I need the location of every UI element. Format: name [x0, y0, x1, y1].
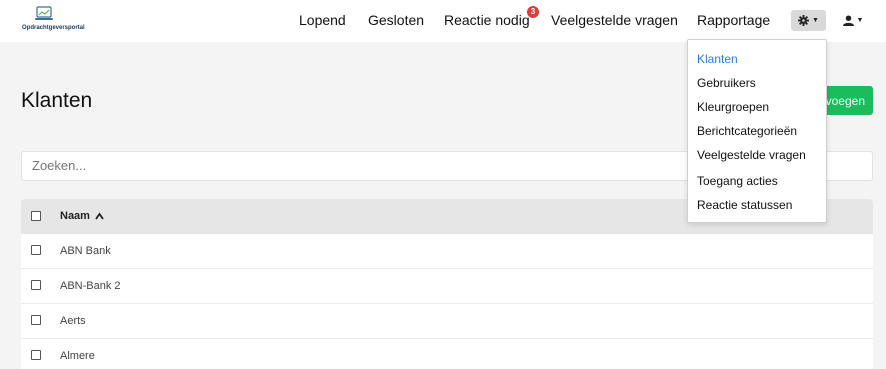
row-checkbox[interactable] [31, 350, 41, 360]
brand-logo[interactable]: Opdrachtgeversportal [22, 6, 92, 36]
chevron-down-icon: ▼ [812, 17, 819, 24]
top-navbar: Opdrachtgeversportal Lopend Gesloten Rea… [0, 0, 886, 42]
brand-name: Opdrachtgeversportal [22, 25, 85, 31]
settings-dropdown-button[interactable]: ▼ [791, 10, 826, 31]
nav-lopend[interactable]: Lopend [299, 12, 346, 28]
menu-item-berichtcategorieen[interactable]: Berichtcategorieën [697, 124, 797, 138]
nav-gesloten[interactable]: Gesloten [368, 12, 424, 28]
table-row[interactable]: Almere [21, 339, 873, 369]
menu-item-toegang-acties[interactable]: Toegang acties [697, 174, 778, 188]
menu-item-veelgestelde-vragen[interactable]: Veelgestelde vragen [697, 148, 806, 162]
chevron-down-icon: ▼ [856, 17, 864, 24]
nav-rapportage[interactable]: Rapportage [697, 12, 770, 28]
row-checkbox[interactable] [31, 315, 41, 325]
nav-veelgestelde-vragen[interactable]: Veelgestelde vragen [551, 12, 678, 28]
clients-table: Naam ABN Bank ABN-Bank 2 Aerts Almere [21, 199, 873, 369]
table-row[interactable]: ABN-Bank 2 [21, 269, 873, 304]
row-name[interactable]: ABN-Bank 2 [60, 280, 121, 292]
nav-reactie-nodig[interactable]: Reactie nodig [444, 12, 530, 28]
notification-badge: 3 [527, 6, 539, 18]
row-name[interactable]: Aerts [60, 315, 86, 327]
row-name[interactable]: ABN Bank [60, 245, 111, 257]
row-name[interactable]: Almere [60, 350, 95, 362]
row-checkbox[interactable] [31, 245, 41, 255]
menu-item-klanten[interactable]: Klanten [697, 52, 738, 66]
select-all-checkbox[interactable] [31, 211, 41, 221]
table-row[interactable]: Aerts [21, 304, 873, 339]
settings-dropdown-menu: Klanten Gebruikers Kleurgroepen Berichtc… [687, 39, 827, 223]
table-row[interactable]: ABN Bank [21, 234, 873, 269]
laptop-icon [35, 6, 53, 20]
gear-icon [798, 15, 810, 26]
row-checkbox[interactable] [31, 280, 41, 290]
page-title: Klanten [21, 89, 93, 112]
user-icon [842, 15, 854, 26]
menu-item-gebruikers[interactable]: Gebruikers [697, 76, 756, 90]
column-header-naam[interactable]: Naam [60, 210, 90, 222]
user-dropdown-button[interactable]: ▼ [837, 10, 869, 31]
sort-ascending-icon[interactable] [95, 212, 104, 220]
menu-item-kleurgroepen[interactable]: Kleurgroepen [697, 100, 769, 114]
menu-item-reactie-statussen[interactable]: Reactie statussen [697, 198, 792, 212]
